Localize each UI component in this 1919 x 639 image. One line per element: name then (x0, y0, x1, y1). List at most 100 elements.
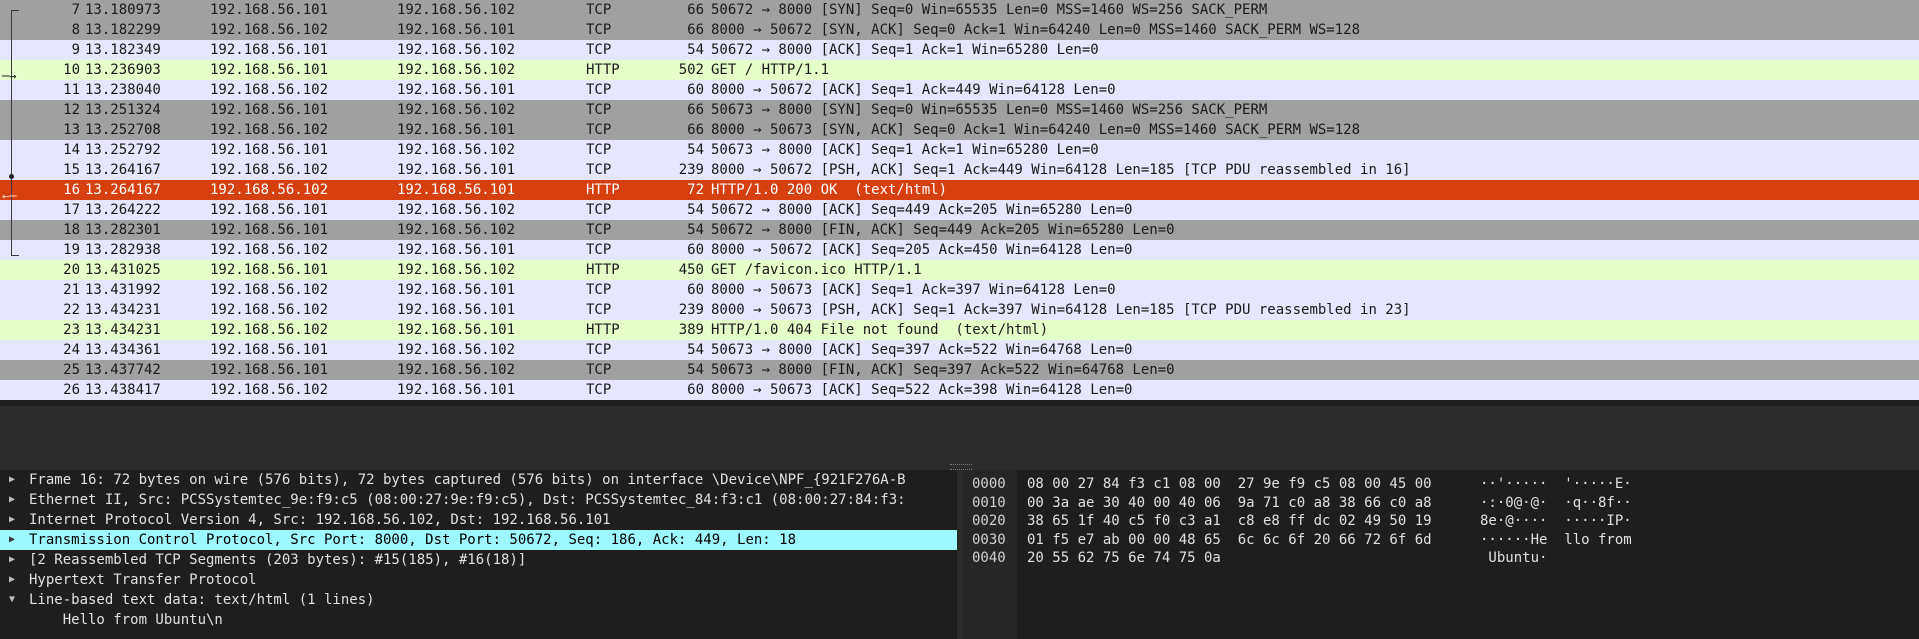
packet-protocol: TCP (586, 382, 612, 398)
detail-text: Hello from Ubuntu\n (29, 612, 223, 628)
packet-number: 12 (63, 102, 80, 118)
packet-destination: 192.168.56.101 (397, 162, 516, 178)
packet-destination: 192.168.56.102 (397, 362, 516, 378)
packet-row[interactable]: 21 13.431992 192.168.56.102 192.168.56.101 T… (0, 280, 1919, 300)
packet-source: 192.168.56.101 (210, 2, 329, 18)
packet-protocol: TCP (586, 222, 612, 238)
packet-info: 50673 → 8000 [ACK] Seq=397 Ack=522 Win=6… (711, 342, 1133, 358)
packet-list-empty-area (0, 406, 1919, 464)
packet-destination: 192.168.56.101 (397, 82, 516, 98)
packet-number: 21 (63, 282, 80, 298)
packet-number: 22 (63, 302, 80, 318)
packet-row[interactable]: 26 13.438417 192.168.56.102 192.168.56.101 T… (0, 380, 1919, 400)
packet-row[interactable]: 20 13.431025 192.168.56.101 192.168.56.102 H… (0, 260, 1919, 280)
byte-offset: 0040 (972, 550, 1006, 567)
packet-length: 60 (687, 382, 704, 398)
packet-source: 192.168.56.101 (210, 362, 329, 378)
packet-protocol: TCP (586, 162, 612, 178)
packet-row[interactable]: 19 13.282938 192.168.56.102 192.168.56.101 T… (0, 240, 1919, 260)
packet-protocol: TCP (586, 282, 612, 298)
detail-row[interactable]: ▼ Line-based text data: text/html (1 line… (0, 590, 957, 610)
byte-offset: 0000 (972, 476, 1006, 492)
packet-protocol: TCP (586, 342, 612, 358)
collapsed-arrow-icon[interactable]: ▶ (9, 470, 15, 490)
packet-bytes-pane[interactable]: 0000 08 00 27 84 f3 c1 08 00 27 9e f9 c5 … (963, 470, 1919, 639)
packet-row-selected[interactable]: 16 13.264167 192.168.56.102 192.168.56.101 H… (0, 180, 1919, 200)
collapsed-arrow-icon[interactable]: ▶ (9, 530, 15, 550)
detail-row[interactable]: ▶ Internet Protocol Version 4, Src: 192.1… (0, 510, 957, 530)
packet-list[interactable]: 7 13.180973 192.168.56.101 192.168.56.102 TC… (0, 0, 1919, 406)
packet-source: 192.168.56.102 (210, 22, 329, 38)
packet-row[interactable]: 24 13.434361 192.168.56.101 192.168.56.102 T… (0, 340, 1919, 360)
packet-length: 54 (687, 362, 704, 378)
packet-source: 192.168.56.101 (210, 102, 329, 118)
packet-protocol: TCP (586, 22, 612, 38)
byte-offset: 0020 (972, 513, 1006, 530)
packet-row[interactable]: 17 13.264222 192.168.56.101 192.168.56.102 T… (0, 200, 1919, 220)
packet-length: 54 (687, 202, 704, 218)
packet-row[interactable]: 7 13.180973 192.168.56.101 192.168.56.102 TC… (0, 0, 1919, 20)
packet-row[interactable]: 11 13.238040 192.168.56.102 192.168.56.101 T… (0, 80, 1919, 100)
packet-row[interactable]: 23 13.434231 192.168.56.102 192.168.56.101 H… (0, 320, 1919, 340)
packet-row[interactable]: 22 13.434231 192.168.56.102 192.168.56.101 T… (0, 300, 1919, 320)
packet-protocol: HTTP (586, 322, 620, 338)
packet-length: 60 (687, 282, 704, 298)
packet-length: 54 (687, 142, 704, 158)
collapsed-arrow-icon[interactable]: ▶ (9, 570, 15, 590)
packet-row[interactable]: 14 13.252792 192.168.56.101 192.168.56.102 T… (0, 140, 1919, 160)
packet-row[interactable]: 18 13.282301 192.168.56.101 192.168.56.102 T… (0, 220, 1919, 240)
packet-info: 50672 → 8000 [SYN] Seq=0 Win=65535 Len=0… (711, 2, 1268, 18)
packet-time: 13.182349 (85, 42, 161, 58)
packet-protocol: HTTP (586, 62, 620, 78)
packet-destination: 192.168.56.101 (397, 242, 516, 258)
collapsed-arrow-icon[interactable]: ▶ (9, 510, 15, 530)
detail-row[interactable]: Hello from Ubuntu\n (0, 610, 957, 630)
packet-source: 192.168.56.102 (210, 322, 329, 338)
packet-source: 192.168.56.101 (210, 142, 329, 158)
detail-row[interactable]: ▶ Frame 16: 72 bytes on wire (576 bits), … (0, 470, 957, 490)
collapsed-arrow-icon[interactable]: ▶ (9, 490, 15, 510)
packet-protocol: TCP (586, 362, 612, 378)
packet-length: 66 (687, 22, 704, 38)
packet-length: 66 (687, 102, 704, 118)
packet-time: 13.434361 (85, 342, 161, 358)
packet-length: 66 (687, 122, 704, 138)
packet-time: 13.431025 (85, 262, 161, 278)
packet-row[interactable]: 15 13.264167 192.168.56.102 192.168.56.101 T… (0, 160, 1919, 180)
packet-info: 8000 → 50673 [SYN, ACK] Seq=0 Ack=1 Win=… (711, 122, 1361, 138)
packet-source: 192.168.56.101 (210, 262, 329, 278)
packet-time: 13.238040 (85, 82, 161, 98)
packet-row[interactable]: 13 13.252708 192.168.56.102 192.168.56.101 T… (0, 120, 1919, 140)
packet-info: 8000 → 50672 [ACK] Seq=205 Ack=450 Win=6… (711, 242, 1133, 258)
collapsed-arrow-icon[interactable]: ▶ (9, 550, 15, 570)
detail-row[interactable]: ▶ Hypertext Transfer Protocol (0, 570, 957, 590)
detail-row[interactable]: ▶ [2 Reassembled TCP Segments (203 bytes)… (0, 550, 957, 570)
byte-hex: 20 55 62 75 6e 74 75 0a (1027, 550, 1221, 567)
packet-source: 192.168.56.102 (210, 242, 329, 258)
packet-number: 17 (63, 202, 80, 218)
packet-row[interactable]: 8 13.182299 192.168.56.102 192.168.56.101 TC… (0, 20, 1919, 40)
detail-text: Internet Protocol Version 4, Src: 192.16… (29, 512, 611, 528)
byte-hex: 01 f5 e7 ab 00 00 48 65 6c 6c 6f 20 66 7… (1027, 531, 1432, 548)
packet-details-pane[interactable]: ▶ Frame 16: 72 bytes on wire (576 bits), … (0, 470, 957, 639)
packet-protocol: TCP (586, 242, 612, 258)
packet-info: 50672 → 8000 [FIN, ACK] Seq=449 Ack=205 … (711, 222, 1175, 238)
packet-row[interactable]: 25 13.437742 192.168.56.101 192.168.56.102 T… (0, 360, 1919, 380)
detail-text: Hypertext Transfer Protocol (29, 572, 257, 588)
packet-row[interactable]: 12 13.251324 192.168.56.101 192.168.56.102 T… (0, 100, 1919, 120)
packet-destination: 192.168.56.102 (397, 202, 516, 218)
packet-length: 60 (687, 242, 704, 258)
packet-time: 13.282301 (85, 222, 161, 238)
packet-number: 20 (63, 262, 80, 278)
packet-number: 15 (63, 162, 80, 178)
packet-protocol: TCP (586, 42, 612, 58)
detail-row[interactable]: ▶ Ethernet II, Src: PCSSystemtec_9e:f9:c5… (0, 490, 957, 510)
packet-destination: 192.168.56.101 (397, 182, 516, 198)
packet-info: 8000 → 50673 [PSH, ACK] Seq=1 Ack=397 Wi… (711, 302, 1411, 318)
packet-info: 50672 → 8000 [ACK] Seq=1 Ack=1 Win=65280… (711, 42, 1099, 58)
detail-row-selected[interactable]: ▶ Transmission Control Protocol, Src Port… (0, 530, 957, 550)
packet-row[interactable]: 9 13.182349 192.168.56.101 192.168.56.102 TC… (0, 40, 1919, 60)
expanded-arrow-icon[interactable]: ▼ (9, 590, 15, 610)
packet-row[interactable]: 10 13.236903 192.168.56.101 192.168.56.102 H… (0, 60, 1919, 80)
detail-text: [2 Reassembled TCP Segments (203 bytes):… (29, 552, 527, 568)
